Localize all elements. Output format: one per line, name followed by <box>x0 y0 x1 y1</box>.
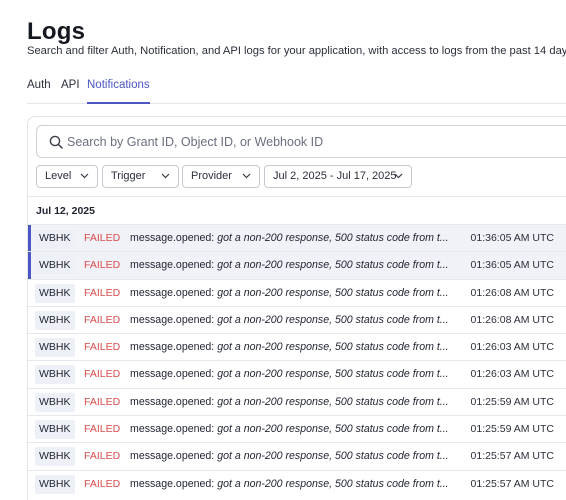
date-group-header: Jul 12, 2025 <box>36 205 95 217</box>
chevron-down-icon <box>394 173 403 179</box>
log-detail: got a non-200 response, 500 status code … <box>217 313 449 326</box>
log-event: message.opened: <box>130 477 215 490</box>
log-message: message.opened: got a non-200 response, … <box>130 416 458 443</box>
log-time: 01:26:08 AM UTC <box>470 286 554 299</box>
log-message: message.opened: got a non-200 response, … <box>130 443 458 470</box>
divider <box>28 196 566 197</box>
tab-notifications[interactable]: Notifications <box>87 78 150 104</box>
log-time: 01:36:05 AM UTC <box>470 232 554 244</box>
log-row[interactable]: WBHK FAILED message.opened: got a non-200 … <box>28 387 566 416</box>
log-row[interactable]: WBHK FAILED message.opened: got a non-200 … <box>28 469 566 498</box>
log-time: 01:26:08 AM UTC <box>470 313 554 326</box>
log-type-badge: WBHK <box>35 256 75 276</box>
tab-auth[interactable]: Auth <box>27 78 51 103</box>
log-status: FAILED <box>84 450 121 463</box>
log-detail: got a non-200 response, 500 status code … <box>217 450 449 463</box>
log-message: message.opened: got a non-200 response, … <box>130 361 458 388</box>
log-event: message.opened: <box>130 232 215 244</box>
log-status: FAILED <box>84 368 121 381</box>
log-row[interactable]: WBHK FAILED message.opened: got a non-200 … <box>28 360 566 388</box>
log-status: FAILED <box>84 259 121 272</box>
log-type-badge: WBHK <box>35 338 75 358</box>
log-row[interactable]: WBHK FAILED message.opened: got a non-200 … <box>28 333 566 361</box>
chevron-down-icon <box>80 173 89 179</box>
log-event: message.opened: <box>130 368 215 381</box>
log-row[interactable]: WBHK FAILED message.opened: got a non-200 … <box>28 415 566 443</box>
log-event: message.opened: <box>130 313 215 326</box>
log-type-badge: WBHK <box>35 283 75 303</box>
log-message: message.opened: got a non-200 response, … <box>130 334 458 361</box>
log-status: FAILED <box>84 423 121 436</box>
log-detail: got a non-200 response, 500 status code … <box>217 341 449 354</box>
level-filter-label: Level <box>45 170 72 182</box>
log-status: FAILED <box>84 341 121 354</box>
date-range-label: Jul 2, 2025 - Jul 17, 2025 <box>273 170 397 182</box>
log-detail: got a non-200 response, 500 status code … <box>217 259 449 272</box>
log-time: 01:26:03 AM UTC <box>470 341 554 354</box>
log-type-badge: WBHK <box>35 474 75 494</box>
log-row[interactable]: WBHK FAILED message.opened: got a non-200 … <box>28 305 566 334</box>
log-status: FAILED <box>84 286 121 299</box>
level-filter[interactable]: Level <box>36 165 98 188</box>
log-row[interactable]: WBHK FAILED message.opened: got a non-200 … <box>28 442 566 470</box>
log-type-badge: WBHK <box>35 229 75 248</box>
log-type-badge: WBHK <box>35 310 75 330</box>
search-input[interactable] <box>67 126 566 157</box>
date-range-filter[interactable]: Jul 2, 2025 - Jul 17, 2025 <box>264 165 412 188</box>
log-status: FAILED <box>84 313 121 326</box>
trigger-filter-label: Trigger <box>111 170 146 182</box>
log-time: 01:25:57 AM UTC <box>470 477 554 490</box>
log-message: message.opened: got a non-200 response, … <box>130 225 458 252</box>
trigger-filter[interactable]: Trigger <box>102 165 179 188</box>
provider-filter-label: Provider <box>191 170 232 182</box>
log-detail: got a non-200 response, 500 status code … <box>217 423 449 436</box>
log-detail: got a non-200 response, 500 status code … <box>217 232 449 244</box>
log-event: message.opened: <box>130 341 215 354</box>
log-event: message.opened: <box>130 395 215 408</box>
log-row[interactable]: WBHK FAILED message.opened: got a non-200 … <box>28 224 566 252</box>
log-row[interactable]: WBHK FAILED message.opened: got a non-200 … <box>28 278 566 307</box>
log-message: message.opened: got a non-200 response, … <box>130 280 458 307</box>
log-type-badge: WBHK <box>35 392 75 412</box>
log-status: FAILED <box>84 232 121 244</box>
log-message: message.opened: got a non-200 response, … <box>130 389 458 416</box>
log-detail: got a non-200 response, 500 status code … <box>217 395 449 408</box>
search-icon <box>49 135 63 149</box>
log-time: 01:36:05 AM UTC <box>470 259 554 272</box>
provider-filter[interactable]: Provider <box>182 165 260 188</box>
logs-panel: Level Trigger Provider Jul 2, 2025 - Jul… <box>27 116 566 500</box>
log-tabs: Auth API Notifications <box>27 78 566 104</box>
log-time: 01:25:57 AM UTC <box>470 450 554 463</box>
log-time: 01:25:59 AM UTC <box>470 423 554 436</box>
log-type-badge: WBHK <box>35 420 75 440</box>
log-time: 01:25:59 AM UTC <box>470 395 554 408</box>
log-status: FAILED <box>84 395 121 408</box>
log-type-badge: WBHK <box>35 365 75 385</box>
tab-api[interactable]: API <box>61 78 80 103</box>
search-box <box>36 125 566 158</box>
log-detail: got a non-200 response, 500 status code … <box>217 368 449 381</box>
log-event: message.opened: <box>130 450 215 463</box>
chevron-down-icon <box>161 173 170 179</box>
log-detail: got a non-200 response, 500 status code … <box>217 477 449 490</box>
log-event: message.opened: <box>130 286 215 299</box>
log-row[interactable]: WBHK FAILED message.opened: got a non-200 … <box>28 251 566 279</box>
log-event: message.opened: <box>130 423 215 436</box>
log-detail: got a non-200 response, 500 status code … <box>217 286 449 299</box>
page-subtitle: Search and filter Auth, Notification, an… <box>27 45 566 57</box>
log-type-badge: WBHK <box>35 447 75 467</box>
log-message: message.opened: got a non-200 response, … <box>130 307 458 334</box>
log-list: WBHK FAILED message.opened: got a non-200 … <box>28 224 566 497</box>
log-time: 01:26:03 AM UTC <box>470 368 554 381</box>
chevron-down-icon <box>242 173 251 179</box>
page-title: Logs <box>27 18 86 45</box>
log-message: message.opened: got a non-200 response, … <box>130 252 458 279</box>
log-event: message.opened: <box>130 259 215 272</box>
log-status: FAILED <box>84 477 121 490</box>
log-message: message.opened: got a non-200 response, … <box>130 471 458 498</box>
